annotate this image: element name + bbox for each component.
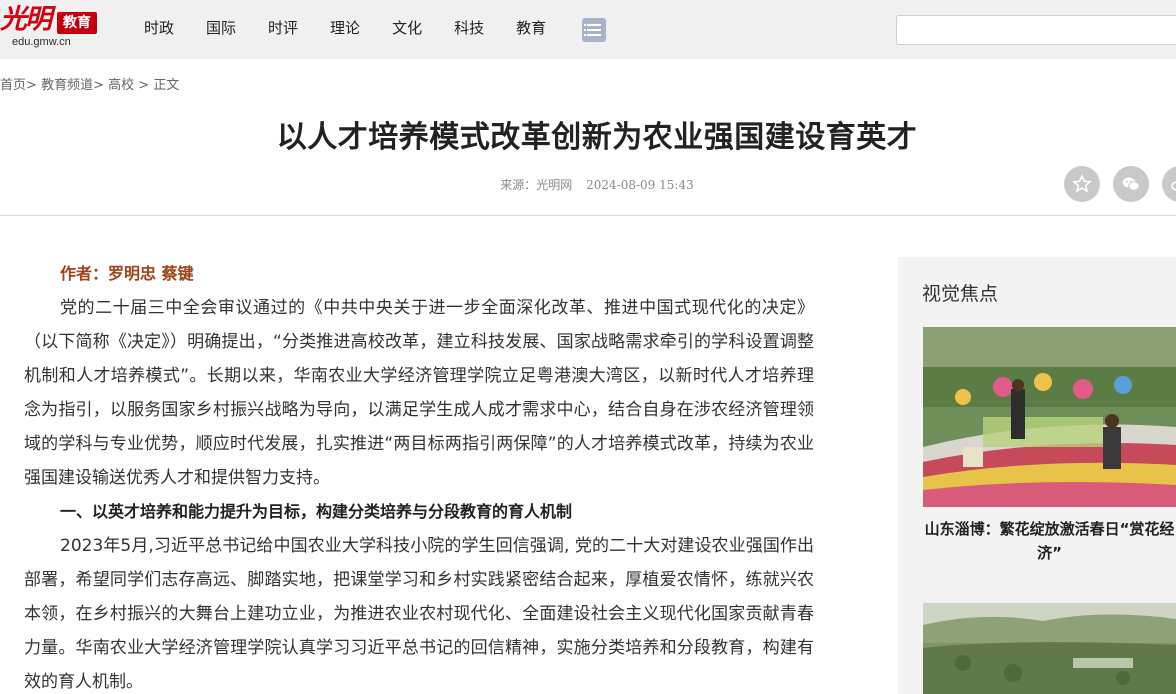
- source-name: 光明网: [536, 178, 573, 192]
- article-title: 以人才培养模式改革创新为农业强国建设育英才: [276, 120, 918, 155]
- star-icon[interactable]: [1064, 166, 1100, 202]
- nav-item-politics[interactable]: 时政: [128, 0, 190, 59]
- breadcrumb-current: 正文: [153, 78, 180, 93]
- focus-image-landscape[interactable]: [923, 603, 1176, 694]
- breadcrumb: 首页> 教育频道> 高校 > 正文: [0, 74, 179, 93]
- header-divider: [0, 215, 1176, 216]
- breadcrumb-home[interactable]: 首页: [0, 78, 26, 93]
- article-paragraph: 2023年5月,习近平总书记给中国农业大学科技小院的学生回信强调, 党的二十大对…: [24, 536, 814, 692]
- nav-item-commentary[interactable]: 时评: [252, 0, 314, 59]
- sidebar-title: 视觉焦点: [922, 283, 999, 305]
- search-input[interactable]: [897, 16, 1176, 44]
- breadcrumb-separator: >: [93, 78, 104, 93]
- wechat-icon-glyph: [1122, 177, 1140, 191]
- nav-item-education[interactable]: 教育: [500, 0, 562, 59]
- breadcrumb-separator: >: [138, 78, 150, 93]
- main-nav: 时政 国际 时评 理论 文化 科技 教育: [128, 0, 607, 59]
- breadcrumb-section[interactable]: 高校: [108, 78, 134, 93]
- weibo-icon[interactable]: [1162, 166, 1176, 202]
- logo-script-text: 光明: [0, 4, 52, 35]
- logo-badge: 教育: [57, 12, 97, 34]
- article-paragraph: 党的二十届三中全会审议通过的《中共中央关于进一步全面深化改革、推进中国式现代化的…: [24, 298, 814, 488]
- wechat-icon[interactable]: [1113, 166, 1149, 202]
- site-logo[interactable]: 光明 教育 edu.gmw.cn: [0, 4, 110, 54]
- publish-date: 2024-08-09 15:43: [586, 178, 694, 192]
- nav-item-culture[interactable]: 文化: [376, 0, 438, 59]
- article-subheading: 一、以英才培养和能力提升为目标，构建分类培养与分段教育的育人机制: [60, 502, 573, 521]
- focus-caption[interactable]: 山东淄博：繁花绽放激活春日“赏花经济”: [923, 517, 1176, 565]
- weibo-icon-glyph: [1171, 181, 1176, 191]
- search-box: [896, 15, 1176, 45]
- article-body: 作者：罗明忠 蔡键 党的二十届三中全会审议通过的《中共中央关于进一步全面深化改革…: [24, 258, 814, 694]
- nav-item-technology[interactable]: 科技: [438, 0, 500, 59]
- focus-image-flowers[interactable]: [923, 327, 1176, 507]
- breadcrumb-channel[interactable]: 教育频道: [41, 78, 93, 93]
- list-icon[interactable]: [582, 17, 607, 42]
- star-icon-glyph: [1072, 174, 1092, 193]
- top-navigation-bar: 光明 教育 edu.gmw.cn 时政 国际 时评 理论 文化 科技 教育: [0, 0, 1176, 59]
- source-label: 来源：: [500, 178, 537, 192]
- breadcrumb-separator: >: [26, 78, 37, 93]
- logo-url: edu.gmw.cn: [12, 36, 71, 48]
- nav-item-international[interactable]: 国际: [190, 0, 252, 59]
- article-meta: 来源：光明网 2024-08-09 15:43: [0, 176, 1176, 193]
- article-author: 作者：罗明忠 蔡键: [60, 264, 194, 283]
- visual-focus-sidebar: 视觉焦点 山东淄博：繁花绽放激活春日“赏花经济”: [898, 257, 1176, 694]
- nav-item-theory[interactable]: 理论: [314, 0, 376, 59]
